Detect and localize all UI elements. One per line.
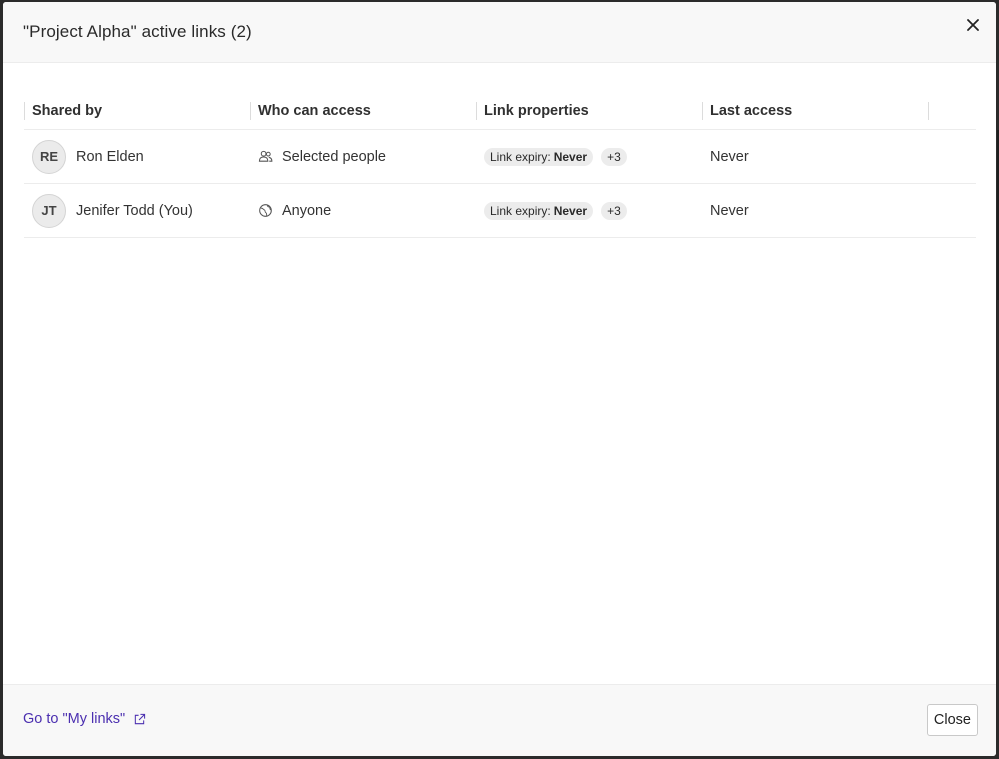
link-expiry-chip[interactable]: Link expiry: Never bbox=[484, 201, 594, 220]
table-header: Shared by Who can access Link properties… bbox=[24, 92, 976, 130]
shared-by-name: Ron Elden bbox=[76, 148, 144, 165]
shared-by-name: Jenifer Todd (You) bbox=[76, 202, 193, 219]
who-can-access-text: Selected people bbox=[282, 148, 386, 165]
who-can-access-text: Anyone bbox=[282, 202, 332, 219]
link-expiry-value: Never bbox=[553, 149, 588, 164]
my-links-label: Go to "My links" bbox=[23, 711, 126, 727]
table-row[interactable]: RE Ron Elden Selected people Link expiry… bbox=[24, 130, 976, 184]
go-to-my-links-link[interactable]: Go to "My links" bbox=[23, 711, 146, 727]
people-icon bbox=[258, 149, 273, 164]
column-header-last-access[interactable]: Last access bbox=[702, 101, 928, 121]
close-button[interactable]: Close bbox=[926, 704, 978, 736]
dialog-header: "Project Alpha" active links (2) bbox=[3, 2, 996, 63]
who-can-access-cell: Anyone bbox=[250, 203, 476, 219]
avatar: RE bbox=[32, 139, 66, 174]
link-expiry-label: Link expiry: bbox=[490, 149, 551, 164]
dialog-footer: Go to "My links" Close bbox=[3, 684, 996, 756]
shared-by-cell: JT Jenifer Todd (You) bbox=[24, 193, 250, 228]
last-access-cell: Never bbox=[710, 202, 749, 219]
external-link-icon bbox=[133, 713, 146, 726]
who-can-access-cell: Selected people bbox=[250, 149, 476, 165]
more-properties-chip[interactable]: +3 bbox=[601, 147, 627, 166]
link-expiry-label: Link expiry: bbox=[490, 203, 551, 218]
links-table: Shared by Who can access Link properties… bbox=[24, 92, 976, 238]
column-header-link-properties[interactable]: Link properties bbox=[476, 101, 702, 121]
close-icon[interactable] bbox=[964, 16, 982, 34]
column-header-actions bbox=[928, 101, 976, 121]
dialog-title: "Project Alpha" active links (2) bbox=[23, 22, 252, 41]
last-access-cell: Never bbox=[710, 148, 749, 165]
link-expiry-value: Never bbox=[553, 203, 588, 218]
link-properties-cell: Link expiry: Never +3 bbox=[476, 201, 702, 220]
link-expiry-chip[interactable]: Link expiry: Never bbox=[484, 147, 594, 166]
avatar: JT bbox=[32, 193, 66, 228]
globe-icon bbox=[258, 203, 273, 218]
shared-by-cell: RE Ron Elden bbox=[24, 139, 250, 174]
table-row[interactable]: JT Jenifer Todd (You) Anyone Link expiry… bbox=[24, 184, 976, 238]
more-properties-chip[interactable]: +3 bbox=[601, 201, 627, 220]
active-links-dialog: "Project Alpha" active links (2) Shared … bbox=[3, 2, 996, 756]
column-header-who-can-access[interactable]: Who can access bbox=[250, 101, 476, 121]
column-header-shared-by[interactable]: Shared by bbox=[24, 101, 250, 121]
link-properties-cell: Link expiry: Never +3 bbox=[476, 147, 702, 166]
